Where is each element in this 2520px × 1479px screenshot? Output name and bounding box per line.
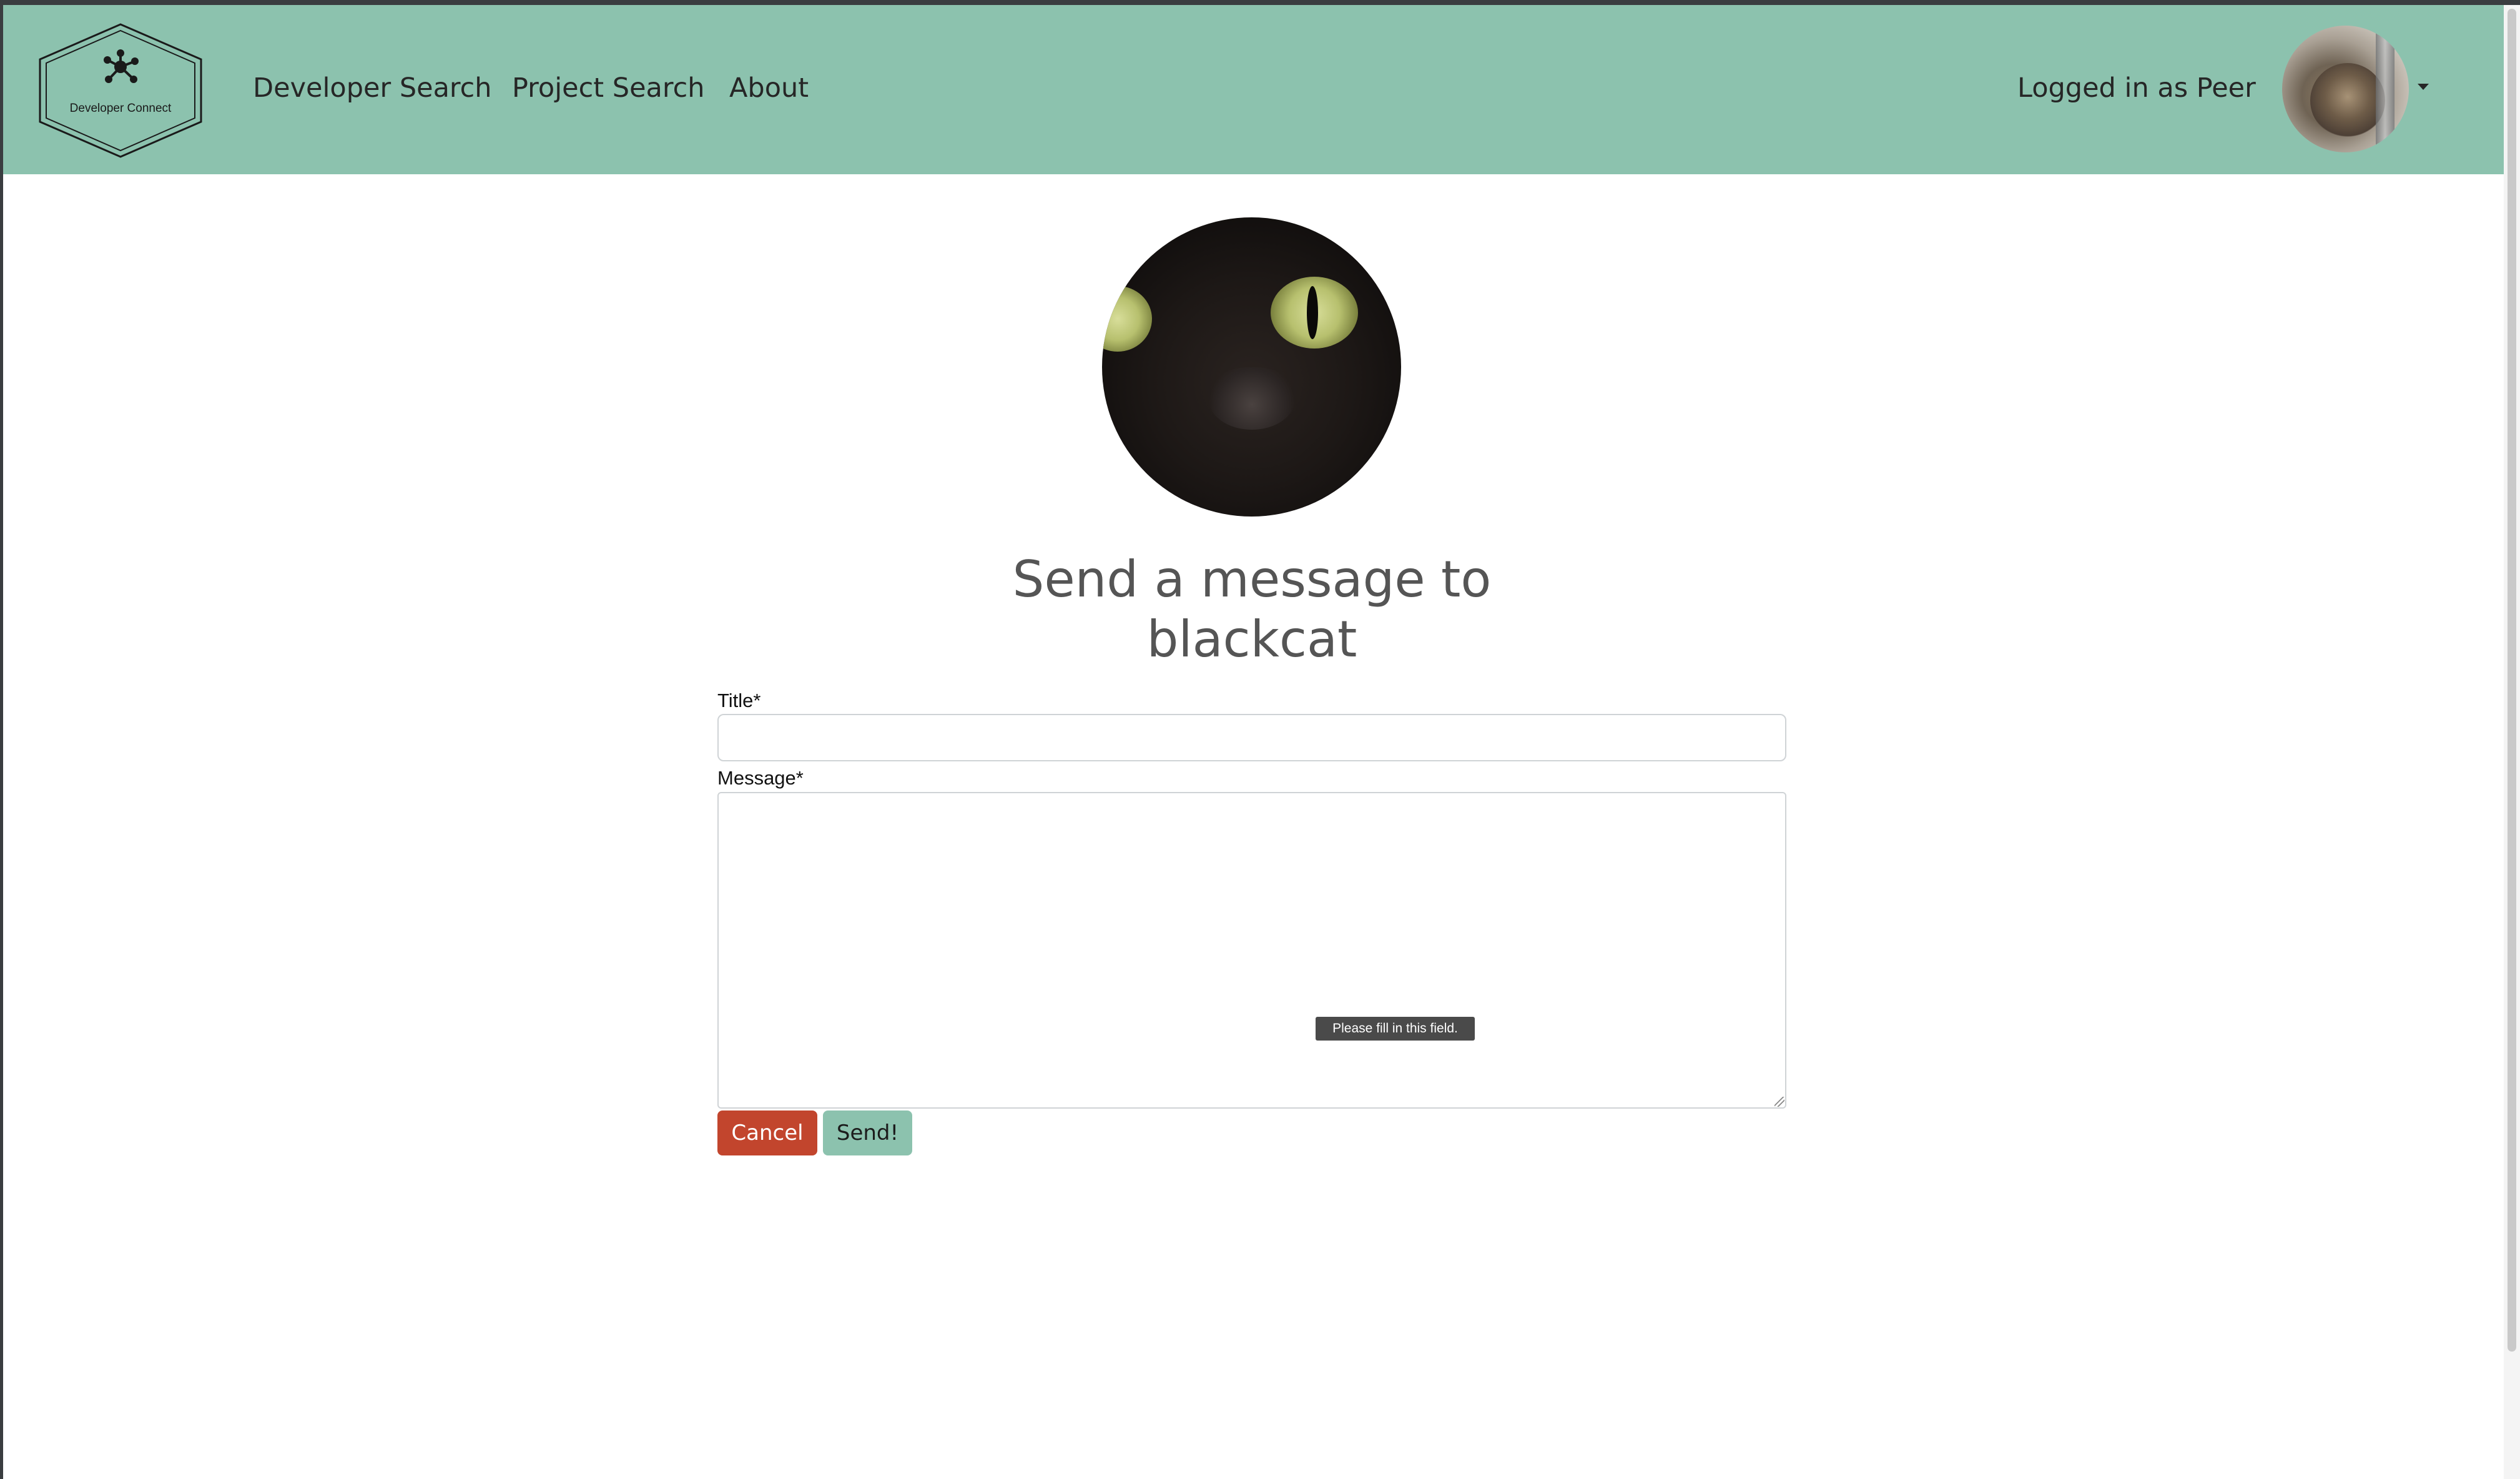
validation-tooltip: Please fill in this field. xyxy=(1316,1017,1475,1041)
send-button[interactable]: Send! xyxy=(823,1110,912,1155)
cat-nose xyxy=(1208,367,1296,430)
scrollbar-thumb[interactable] xyxy=(2508,9,2516,1352)
network-hexagon-icon xyxy=(39,23,202,158)
window-left-border xyxy=(0,0,3,1479)
avatar-background-detail xyxy=(2376,32,2394,151)
message-textarea[interactable] xyxy=(717,792,1786,1109)
cancel-button[interactable]: Cancel xyxy=(717,1110,817,1155)
cat-eye-left xyxy=(1102,286,1152,352)
avatar-cat-face xyxy=(2310,63,2385,138)
cat-eye-right xyxy=(1271,277,1358,349)
page-title-line2: blackcat xyxy=(1146,610,1357,668)
title-label: Title* xyxy=(717,690,761,711)
logged-in-status: Logged in as Peer xyxy=(2017,72,2256,104)
nav-about[interactable]: About xyxy=(729,72,809,104)
resize-handle-icon[interactable] xyxy=(1774,1097,1784,1107)
page-title: Send a message to blackcat xyxy=(937,550,1567,670)
page-title-line1: Send a message to xyxy=(1012,550,1492,608)
caret-down-icon[interactable] xyxy=(2418,84,2429,90)
logo[interactable]: Developer Connect xyxy=(36,22,205,159)
logo-text: Developer Connect xyxy=(69,102,172,115)
user-avatar[interactable] xyxy=(2282,26,2409,152)
message-label: Message* xyxy=(717,767,804,789)
recipient-avatar xyxy=(1102,217,1401,517)
title-input[interactable] xyxy=(717,714,1786,761)
nav-developer-search[interactable]: Developer Search xyxy=(253,72,492,104)
window-top-border xyxy=(0,0,2520,5)
nav-project-search[interactable]: Project Search xyxy=(512,72,705,104)
